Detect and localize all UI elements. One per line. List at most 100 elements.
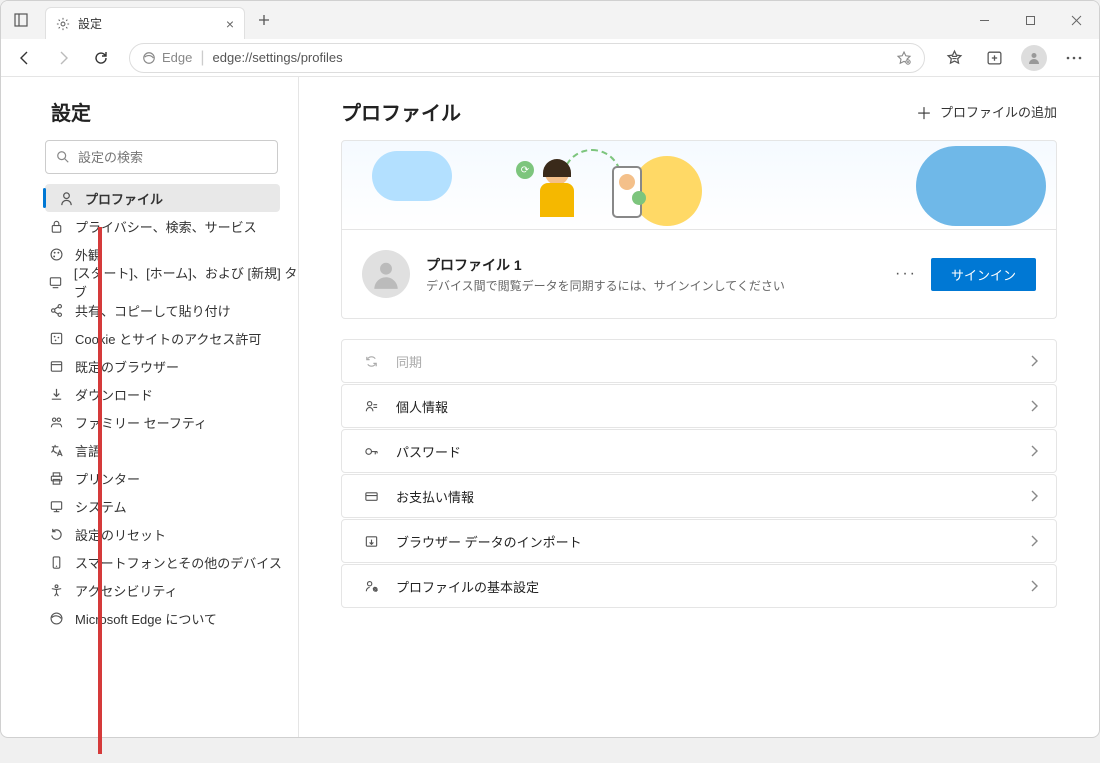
palette-icon	[45, 247, 67, 262]
back-button[interactable]	[9, 42, 41, 74]
favorite-icon[interactable]	[896, 50, 912, 66]
sidebar-nav: プロファイルプライバシー、検索、サービス外観[スタート]、[ホーム]、および […	[1, 184, 298, 632]
reset-icon	[45, 527, 67, 542]
page-title: プロファイル	[341, 97, 916, 126]
close-window-button[interactable]	[1053, 1, 1099, 39]
lock-icon	[45, 219, 67, 234]
window-controls	[961, 1, 1099, 39]
accessibility-icon	[45, 583, 67, 598]
browser-window: 設定 × Edge | edge://settings/profiles	[0, 0, 1100, 738]
import-icon	[360, 534, 382, 549]
chevron-right-icon	[1030, 535, 1038, 547]
sidebar-item-3[interactable]: [スタート]、[ホーム]、および [新規] タブ	[1, 268, 298, 296]
sidebar-item-11[interactable]: システム	[1, 492, 298, 520]
sidebar-item-14[interactable]: アクセシビリティ	[1, 576, 298, 604]
search-input[interactable]	[78, 150, 267, 165]
maximize-button[interactable]	[1007, 1, 1053, 39]
sidebar-item-6[interactable]: 既定のブラウザー	[1, 352, 298, 380]
profile-description: デバイス間で閲覧データを同期するには、サインインしてください	[426, 277, 895, 294]
profile-options: 同期個人情報パスワードお支払い情報ブラウザー データのインポートプロファイルの基…	[341, 339, 1057, 608]
option-label: 同期	[396, 352, 1030, 371]
chevron-right-icon	[1030, 490, 1038, 502]
key-icon	[360, 444, 382, 459]
cookie-icon	[45, 331, 67, 346]
profile-card: プロファイル 1 デバイス間で閲覧データを同期するには、サインインしてください …	[341, 230, 1057, 319]
sidebar-item-label: ファミリー セーフティ	[75, 413, 207, 432]
option-row-3[interactable]: お支払い情報	[341, 474, 1057, 518]
option-label: パスワード	[396, 442, 1030, 461]
profile-name: プロファイル 1	[426, 255, 895, 275]
sidebar-item-7[interactable]: ダウンロード	[1, 380, 298, 408]
option-row-1[interactable]: 個人情報	[341, 384, 1057, 428]
forward-button[interactable]	[47, 42, 79, 74]
profile-info: プロファイル 1 デバイス間で閲覧データを同期するには、サインインしてください	[426, 255, 895, 294]
sidebar-item-5[interactable]: Cookie とサイトのアクセス許可	[1, 324, 298, 352]
card-icon	[360, 489, 382, 504]
sidebar-item-label: Microsoft Edge について	[75, 609, 217, 628]
sidebar-item-13[interactable]: スマートフォンとその他のデバイス	[1, 548, 298, 576]
option-label: 個人情報	[396, 397, 1030, 416]
close-tab-icon[interactable]: ×	[226, 16, 234, 32]
prefs-icon	[360, 579, 382, 594]
tab-title: 設定	[78, 15, 226, 32]
add-profile-button[interactable]: ＋ プロファイルの追加	[916, 100, 1057, 124]
sidebar-item-4[interactable]: 共有、コピーして貼り付け	[1, 296, 298, 324]
personal-icon	[360, 399, 382, 414]
chevron-right-icon	[1030, 355, 1038, 367]
sidebar-item-label: スマートフォンとその他のデバイス	[75, 553, 282, 572]
system-icon	[45, 499, 67, 514]
language-icon	[45, 443, 67, 458]
option-label: お支払い情報	[396, 487, 1030, 506]
address-bar[interactable]: Edge | edge://settings/profiles	[129, 43, 925, 73]
sidebar-item-label: プライバシー、検索、サービス	[75, 217, 257, 236]
person-icon	[55, 191, 77, 206]
menu-button[interactable]	[1057, 42, 1091, 74]
signin-button[interactable]: サインイン	[931, 258, 1036, 291]
sync-icon	[360, 354, 382, 369]
profile-avatar	[362, 250, 410, 298]
refresh-button[interactable]	[85, 42, 117, 74]
settings-search[interactable]	[45, 140, 278, 174]
sidebar-item-12[interactable]: 設定のリセット	[1, 520, 298, 548]
profile-banner: ⟳	[341, 140, 1057, 230]
chevron-right-icon	[1030, 580, 1038, 592]
minimize-button[interactable]	[961, 1, 1007, 39]
sidebar-item-10[interactable]: プリンター	[1, 464, 298, 492]
favorites-button[interactable]	[937, 42, 971, 74]
edge-icon	[142, 51, 156, 65]
download-icon	[45, 387, 67, 402]
option-row-4[interactable]: ブラウザー データのインポート	[341, 519, 1057, 563]
option-label: プロファイルの基本設定	[396, 577, 1030, 596]
profile-menu-button[interactable]: ···	[895, 265, 917, 283]
sidebar-title: 設定	[1, 97, 298, 140]
printer-icon	[45, 471, 67, 486]
option-row-5[interactable]: プロファイルの基本設定	[341, 564, 1057, 608]
family-icon	[45, 415, 67, 430]
sidebar-item-label: 設定のリセット	[75, 525, 166, 544]
sidebar-item-1[interactable]: プライバシー、検索、サービス	[1, 212, 298, 240]
browser-icon	[45, 359, 67, 374]
main-header: プロファイル ＋ プロファイルの追加	[341, 97, 1057, 126]
sidebar-item-8[interactable]: ファミリー セーフティ	[1, 408, 298, 436]
sidebar-item-15[interactable]: Microsoft Edge について	[1, 604, 298, 632]
new-tab-button[interactable]	[249, 5, 279, 35]
option-label: ブラウザー データのインポート	[396, 532, 1030, 551]
profile-button[interactable]	[1017, 42, 1051, 74]
sidebar-item-label: 既定のブラウザー	[75, 357, 179, 376]
settings-sidebar: 設定 プロファイルプライバシー、検索、サービス外観[スタート]、[ホーム]、およ…	[1, 77, 299, 737]
url-text: edge://settings/profiles	[213, 50, 896, 65]
sidebar-item-label: Cookie とサイトのアクセス許可	[75, 329, 261, 348]
sidebar-item-0[interactable]: プロファイル	[45, 184, 280, 212]
main-panel: プロファイル ＋ プロファイルの追加 ⟳ プロファイル 1	[299, 77, 1099, 737]
plus-icon: ＋	[916, 100, 932, 124]
browser-tab[interactable]: 設定 ×	[45, 7, 245, 39]
title-bar: 設定 ×	[1, 1, 1099, 39]
search-icon	[56, 150, 70, 164]
sidebar-item-9[interactable]: 言語	[1, 436, 298, 464]
option-row-2[interactable]: パスワード	[341, 429, 1057, 473]
collections-button[interactable]	[977, 42, 1011, 74]
chevron-right-icon	[1030, 445, 1038, 457]
power-icon	[45, 275, 66, 290]
tab-actions-button[interactable]	[1, 1, 41, 39]
option-row-0[interactable]: 同期	[341, 339, 1057, 383]
